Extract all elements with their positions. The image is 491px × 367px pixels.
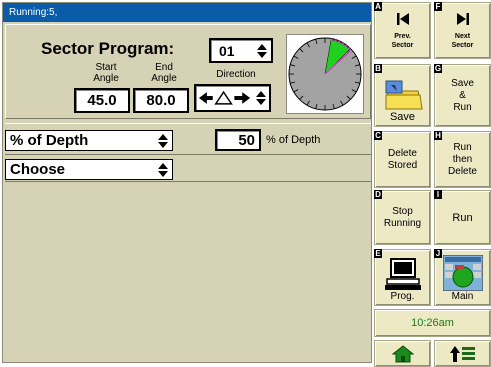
updown-arrows-icon xyxy=(256,91,266,105)
run-then-delete-button[interactable]: H Run then Delete xyxy=(434,131,491,188)
main-button[interactable]: J Main xyxy=(434,249,491,306)
start-angle-label: Start Angle xyxy=(93,62,119,84)
computer-icon xyxy=(384,258,421,290)
main-screen-icon xyxy=(442,255,483,291)
softkey-label-b: B xyxy=(374,64,382,73)
clock-display: 10:26am xyxy=(374,309,491,337)
choose-row: Choose xyxy=(5,156,371,182)
up-list-button[interactable] xyxy=(434,340,491,367)
up-list-icon xyxy=(449,345,475,362)
program-number-value: 01 xyxy=(219,42,235,59)
save-and-run-button[interactable]: G Save & Run xyxy=(434,64,491,127)
updown-arrows-icon xyxy=(158,162,168,177)
softkey-label-g: G xyxy=(434,64,442,73)
next-sector-button[interactable]: F Next Sector xyxy=(434,2,491,59)
status-bar: Running:5, xyxy=(3,3,371,22)
updown-arrows-icon xyxy=(257,43,267,58)
delete-stored-button[interactable]: C Delete Stored xyxy=(374,131,431,188)
depth-mode-label: % of Depth xyxy=(10,132,89,149)
softkey-label-h: H xyxy=(434,131,442,140)
softkey-label-f: F xyxy=(434,2,442,11)
softkey-label-e: E xyxy=(374,249,382,258)
softkey-label-j: J xyxy=(434,249,442,258)
depth-unit-label: % of Depth xyxy=(266,134,321,146)
sector-program-title: Sector Program: xyxy=(41,39,175,58)
choose-select[interactable]: Choose xyxy=(5,159,173,180)
prog-button[interactable]: E Prog. xyxy=(374,249,431,306)
softkey-label-a: A xyxy=(374,2,382,11)
softkey-label-d: D xyxy=(374,190,382,199)
direction-selector[interactable] xyxy=(194,84,271,112)
sector-dial-graphic xyxy=(288,37,362,111)
direction-arrows-icon xyxy=(199,90,251,105)
softkey-label-i: I xyxy=(434,190,442,199)
folder-save-icon xyxy=(384,80,423,110)
choose-label: Choose xyxy=(10,161,66,178)
stop-running-button[interactable]: D Stop Running xyxy=(374,190,431,245)
program-number-stepper[interactable]: 01 xyxy=(209,38,273,63)
sector-dial xyxy=(286,34,364,114)
updown-arrows-icon xyxy=(158,133,168,148)
sector-program-box: Sector Program: 01 Start Angle End Angle D… xyxy=(5,24,371,119)
softkey-label-c: C xyxy=(374,131,382,140)
end-angle-label: End Angle xyxy=(151,62,177,84)
save-button[interactable]: B Save xyxy=(374,64,431,127)
home-icon xyxy=(391,344,414,362)
skip-forward-icon xyxy=(456,12,469,25)
softkey-panel: A Prev. Sector F Next Sector B Save G Sa… xyxy=(374,2,491,367)
end-angle-field[interactable]: 80.0 xyxy=(133,88,189,113)
prev-sector-button[interactable]: A Prev. Sector xyxy=(374,2,431,59)
run-button[interactable]: I Run xyxy=(434,190,491,245)
depth-row: % of Depth 50 % of Depth xyxy=(5,123,371,155)
skip-back-icon xyxy=(396,12,409,25)
sector-program-panel: Running:5, Sector Program: 01 Start Angle… xyxy=(2,2,372,363)
depth-mode-select[interactable]: % of Depth xyxy=(5,130,173,151)
direction-label: Direction xyxy=(216,69,256,80)
home-button[interactable] xyxy=(374,340,431,367)
depth-value-field[interactable]: 50 xyxy=(215,129,261,151)
start-angle-field[interactable]: 45.0 xyxy=(74,88,130,113)
